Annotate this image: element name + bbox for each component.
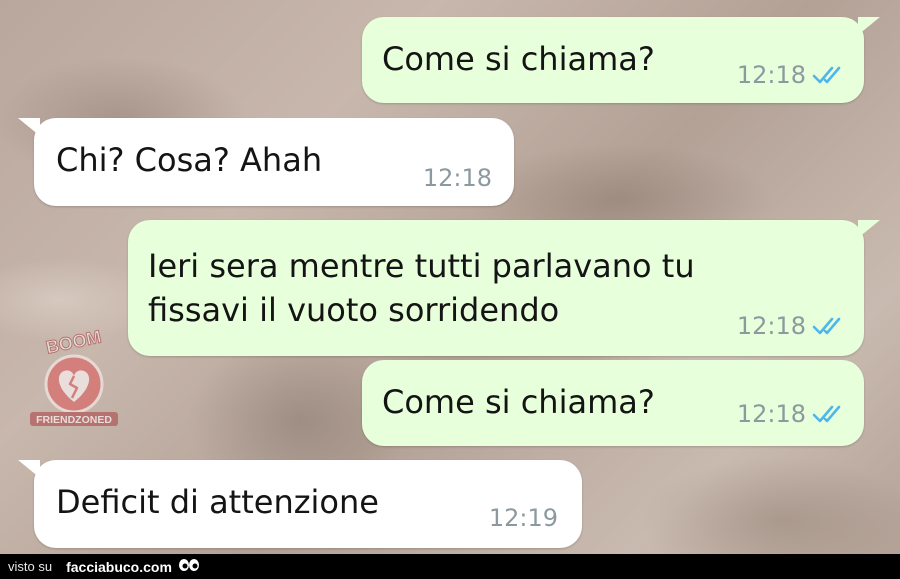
double-check-read-icon [812, 64, 846, 86]
message-time: 12:18 [736, 400, 806, 428]
message-meta: 12:18 [737, 61, 846, 89]
svg-text:FRIENDZONED: FRIENDZONED [36, 414, 112, 426]
message-meta: 12:18 [423, 164, 492, 192]
message-text: Chi? Cosa? Ahah [56, 141, 323, 179]
message-time: 12:19 [488, 504, 558, 532]
message-incoming[interactable]: Chi? Cosa? Ahah 12:18 [18, 118, 514, 206]
double-check-read-icon [812, 403, 846, 425]
message-text: Ieri sera mentre tutti parlavano tu fiss… [148, 247, 695, 329]
message-time: 12:18 [422, 164, 492, 192]
message-time: 12:18 [736, 61, 806, 89]
footer-bar: visto su facciabuco.com [0, 554, 900, 579]
message-incoming[interactable]: Deficit di attenzione 12:19 [18, 460, 582, 548]
eyes-icon [178, 558, 200, 575]
watermark-logo: BOOM FRIENDZONED [26, 326, 122, 430]
double-check-read-icon [812, 315, 846, 337]
chat-area: Come si chiama? 12:18 Chi? Cosa? Ahah 12… [0, 0, 900, 554]
svg-text:BOOM: BOOM [44, 326, 103, 357]
message-outgoing[interactable]: Ieri sera mentre tutti parlavano tu fiss… [128, 220, 880, 356]
message-text: Deficit di attenzione [56, 483, 379, 521]
footer-prefix: visto su [8, 559, 53, 574]
message-outgoing[interactable]: Come si chiama? 12:18 [362, 17, 880, 103]
message-time: 12:18 [736, 312, 806, 340]
message-meta: 12:19 [489, 504, 558, 532]
message-text: Come si chiama? [382, 383, 655, 421]
footer-site-link[interactable]: facciabuco.com [66, 559, 172, 575]
message-outgoing[interactable]: Come si chiama? 12:18 [362, 360, 864, 446]
message-meta: 12:18 [737, 400, 846, 428]
message-text: Come si chiama? [382, 40, 655, 78]
message-meta: 12:18 [737, 312, 846, 340]
